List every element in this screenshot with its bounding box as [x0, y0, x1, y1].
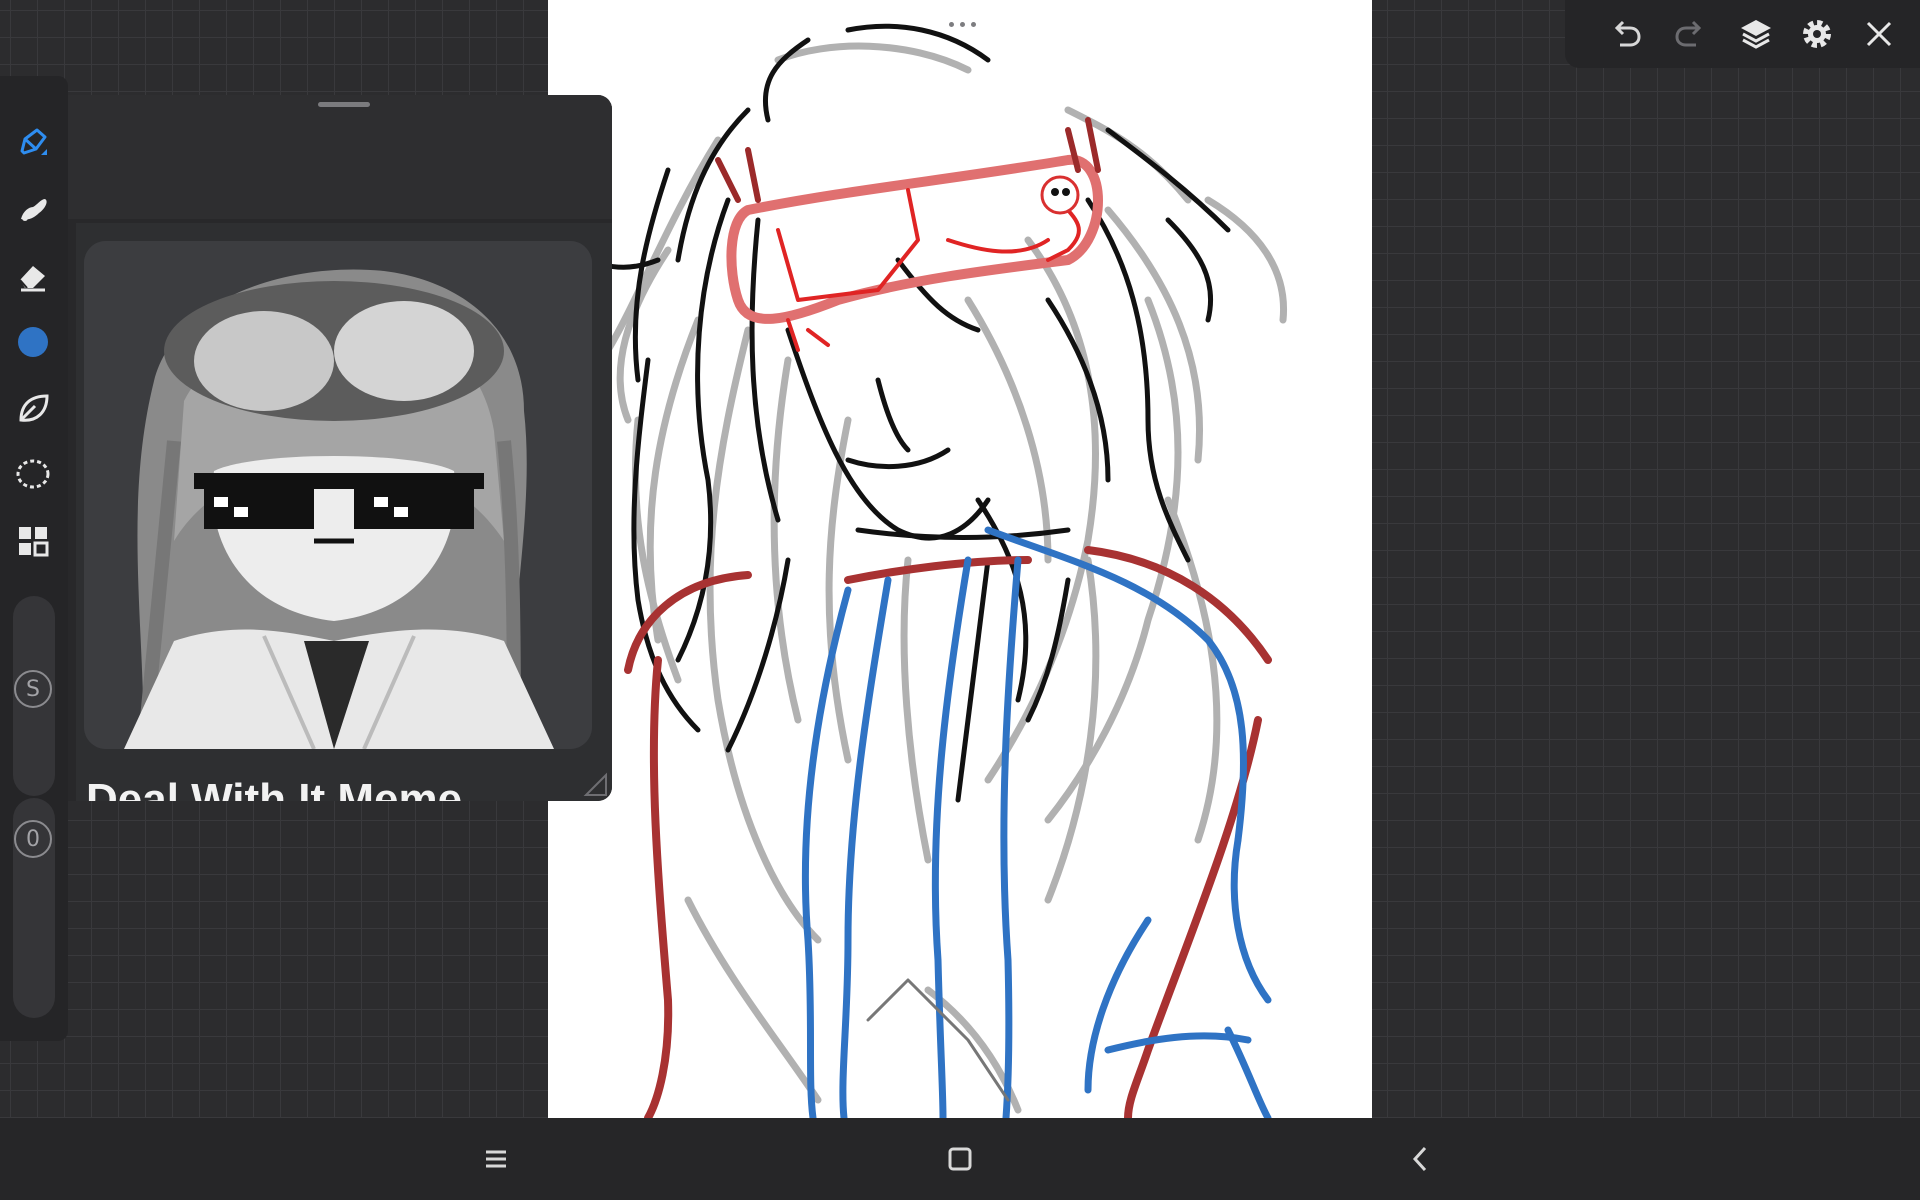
pen-icon [20, 128, 47, 155]
layers-icon [1741, 20, 1771, 49]
tool-sidebar: S 0 [0, 76, 68, 1041]
color-picker-button[interactable] [8, 317, 58, 367]
reference-panel-header[interactable] [68, 95, 612, 219]
recents-icon [486, 1150, 506, 1168]
close-icon [1866, 21, 1892, 47]
layers-button[interactable] [1732, 10, 1780, 58]
reference-panel[interactable]: Deal With It Meme [68, 95, 612, 801]
gallery-button[interactable] [8, 516, 58, 566]
home-icon [948, 1147, 972, 1171]
smudge-tool-button[interactable] [8, 184, 58, 234]
reference-panel-grip[interactable] [318, 102, 370, 107]
pen-tool-button[interactable] [8, 118, 58, 168]
system-navigation-bar [0, 1118, 1920, 1200]
brush-size-badge: S [14, 670, 52, 708]
reference-character-illustration [84, 241, 592, 749]
smudge-icon [21, 199, 47, 221]
reference-caption: Deal With It Meme [86, 775, 463, 801]
lasso-icon [16, 459, 50, 489]
leaf-icon [19, 394, 49, 422]
lasso-tool-button[interactable] [8, 449, 58, 499]
settings-button[interactable] [1793, 10, 1841, 58]
redo-icon [1675, 20, 1702, 47]
recents-button[interactable] [468, 1134, 524, 1184]
resize-handle-icon [583, 772, 607, 796]
redo-button[interactable] [1666, 10, 1714, 58]
back-button[interactable] [1393, 1134, 1449, 1184]
back-icon [1412, 1146, 1427, 1172]
reference-content: Deal With It Meme [76, 223, 612, 801]
reference-image [84, 241, 592, 749]
color-swatch-icon [18, 327, 48, 357]
sketch-artwork [575, 23, 1288, 1118]
reference-resize-handle[interactable] [582, 771, 608, 797]
eraser-tool-button[interactable] [8, 251, 58, 301]
undo-button[interactable] [1602, 10, 1650, 58]
brush-opacity-badge: 0 [14, 820, 52, 858]
undo-icon [1614, 20, 1641, 47]
drawing-canvas[interactable] [548, 0, 1372, 1118]
canvas-drag-handle[interactable] [944, 20, 980, 28]
close-button[interactable] [1855, 10, 1903, 58]
top-action-bar [1565, 0, 1920, 68]
gallery-icon [19, 527, 49, 557]
home-button[interactable] [932, 1134, 988, 1184]
settings-icon [1803, 20, 1831, 48]
eraser-icon [19, 266, 45, 292]
brush-library-button[interactable] [8, 383, 58, 433]
